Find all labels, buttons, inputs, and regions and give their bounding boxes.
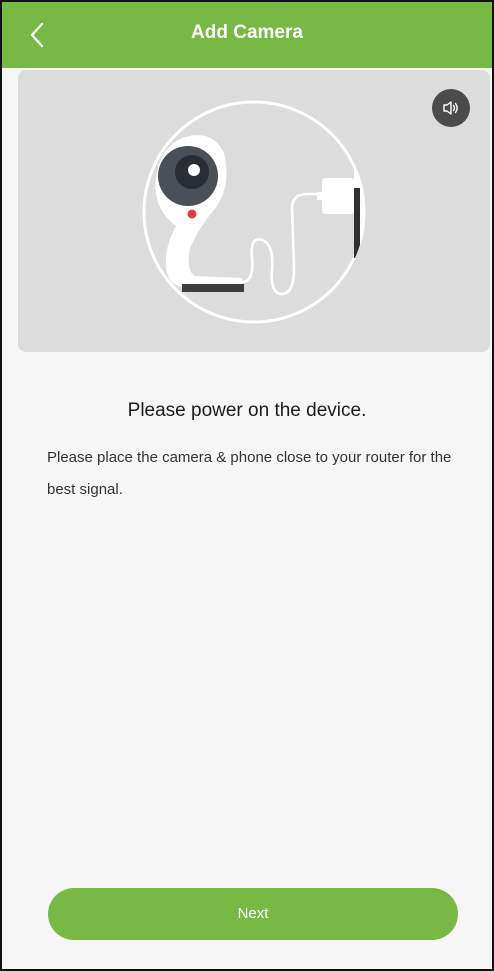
instruction-illustration — [18, 70, 490, 352]
page-title: Add Camera — [191, 22, 303, 43]
instruction-description: Please place the camera & phone close to… — [47, 449, 452, 498]
next-button[interactable]: Next — [48, 888, 458, 940]
top-bar: Add Camera — [2, 2, 492, 68]
screen: Add Camera Please power on the device. P… — [0, 0, 494, 971]
speaker-icon — [443, 101, 458, 115]
instruction-heading: Please power on the device. — [127, 400, 367, 421]
camera-illustration — [142, 100, 366, 324]
speaker-button[interactable] — [432, 89, 470, 127]
